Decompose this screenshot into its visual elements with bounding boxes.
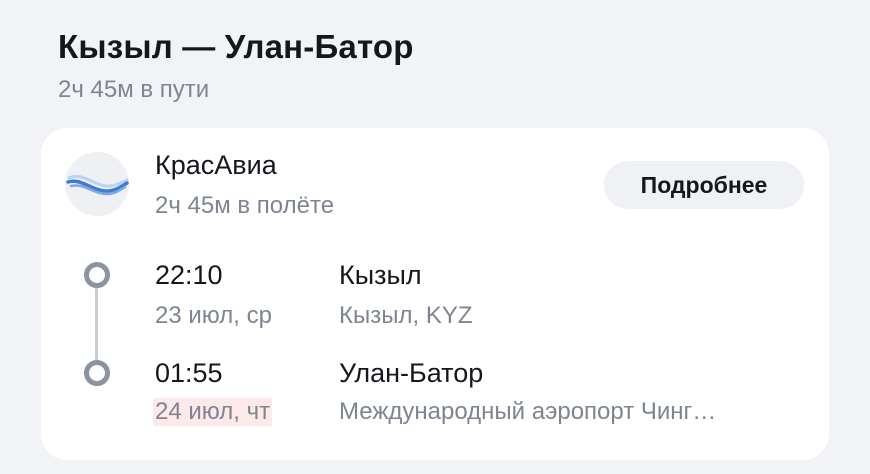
arrival-dot-icon (84, 360, 110, 386)
arrival-city: Улан-Батор (339, 358, 484, 388)
flight-duration: 2ч 45м в полёте (155, 192, 335, 219)
airline-logo-icon (65, 152, 129, 216)
timeline-line (95, 282, 98, 368)
route-title: Кызыл — Улан-Батор (58, 28, 414, 65)
arrival-airport: Международный аэропорт Чинг… (339, 398, 717, 425)
departure-airport: Кызыл, KYZ (339, 302, 473, 329)
departure-time: 22:10 (155, 260, 223, 290)
departure-dot-icon (84, 262, 110, 288)
arrival-date: 24 июл, чт (153, 398, 273, 426)
flight-card: КрасАвиа 2ч 45м в полёте Подробнее 22:10… (41, 128, 829, 460)
arrival-time: 01:55 (155, 358, 223, 388)
airline-name: КрасАвиа (155, 150, 277, 180)
route-total-duration: 2ч 45м в пути (58, 76, 210, 103)
departure-city: Кызыл (339, 260, 422, 290)
details-button[interactable]: Подробнее (604, 161, 804, 209)
departure-date: 23 июл, ср (155, 302, 272, 329)
